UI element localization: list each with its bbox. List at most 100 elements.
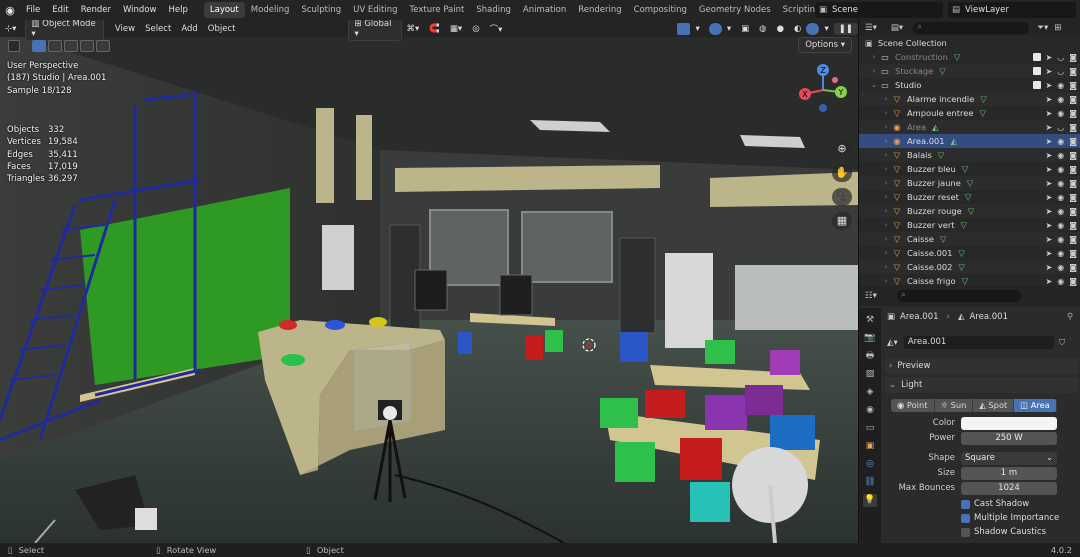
exclude-checkbox[interactable] — [1032, 80, 1041, 89]
expand-arrow-icon[interactable]: › — [881, 151, 891, 159]
pan-hand-icon[interactable]: ✋ — [832, 164, 852, 182]
outliner-row[interactable]: › ◉ Area.001 ◭ ➤ ◉ ◙ — [859, 134, 1080, 148]
eye-closed-icon[interactable]: ◡ — [1057, 123, 1064, 132]
scene-collection-row[interactable]: ▣ Scene Collection — [859, 36, 1080, 50]
outliner-editor-icon[interactable]: ☰▾ — [865, 23, 877, 33]
menu-object[interactable]: Object — [203, 23, 241, 35]
light-type-spot[interactable]: ◭ Spot — [973, 399, 1015, 412]
menu-window[interactable]: Window — [117, 5, 163, 15]
selectable-arrow-icon[interactable]: ➤ — [1046, 193, 1053, 202]
world-tab-icon[interactable]: ◉ — [863, 404, 877, 417]
cast-shadow-checkbox[interactable]: Cast Shadow — [961, 499, 1029, 509]
shading-material-icon[interactable]: ◐ — [789, 23, 806, 35]
shading-solid-icon[interactable]: ● — [772, 23, 789, 35]
tab-animation[interactable]: Animation — [517, 2, 572, 18]
expand-arrow-icon[interactable]: › — [881, 137, 891, 145]
expand-arrow-icon[interactable]: › — [881, 263, 891, 271]
mesh-data-icon[interactable]: ▽ — [958, 248, 964, 258]
ortho-grid-icon[interactable]: ▦ — [832, 212, 852, 230]
proportional-edit-icon[interactable]: ◎ — [467, 23, 484, 35]
expand-arrow-icon[interactable]: › — [869, 67, 879, 75]
mesh-data-icon[interactable]: ▽ — [967, 178, 973, 188]
outliner-row[interactable]: › ▽ Ampoule entree ▽ ➤ ◉ ◙ — [859, 106, 1080, 120]
eye-icon[interactable]: ◉ — [1057, 263, 1064, 272]
light-type-sun[interactable]: ☼ Sun — [934, 399, 974, 412]
outliner-row[interactable]: ⌄ ▭ Studio ➤ ◉ ◙ — [859, 78, 1080, 92]
selectable-arrow-icon[interactable]: ➤ — [1046, 137, 1053, 146]
eye-icon[interactable]: ◉ — [1057, 179, 1064, 188]
select-tool-icon[interactable] — [8, 39, 20, 52]
color-swatch[interactable] — [961, 417, 1057, 430]
outliner-row[interactable]: › ▽ Buzzer rouge ▽ ➤ ◉ ◙ — [859, 204, 1080, 218]
select-new-icon[interactable] — [32, 39, 46, 52]
light-type-area[interactable]: ◫ Area — [1014, 399, 1057, 412]
outliner-row[interactable]: › ▽ Buzzer jaune ▽ ➤ ◉ ◙ — [859, 176, 1080, 190]
mesh-data-icon[interactable]: ▽ — [961, 220, 967, 230]
render-camera-icon[interactable]: ◙ — [1069, 81, 1077, 90]
selectable-arrow-icon[interactable]: ➤ — [1046, 179, 1053, 188]
expand-arrow-icon[interactable]: › — [881, 193, 891, 201]
mesh-data-icon[interactable]: ▽ — [940, 234, 946, 244]
3d-viewport[interactable]: ⊹▾ ▥ Object Mode ▾ View Select Add Objec… — [0, 20, 858, 543]
tab-modeling[interactable]: Modeling — [245, 2, 296, 18]
tab-sculpting[interactable]: Sculpting — [295, 2, 347, 18]
selectable-arrow-icon[interactable]: ➤ — [1046, 123, 1053, 132]
menu-view[interactable]: View — [110, 23, 140, 35]
selectable-arrow-icon[interactable]: ➤ — [1046, 151, 1053, 160]
render-camera-icon[interactable]: ◙ — [1069, 137, 1077, 146]
render-camera-icon[interactable]: ◙ — [1069, 67, 1077, 76]
expand-arrow-icon[interactable]: › — [881, 249, 891, 257]
selectable-arrow-icon[interactable]: ➤ — [1046, 109, 1053, 118]
expand-arrow-icon[interactable]: › — [881, 109, 891, 117]
expand-arrow-icon[interactable]: › — [881, 179, 891, 187]
gizmo-dropdown-icon[interactable]: ▾ — [690, 23, 704, 35]
scene-selector[interactable]: ▣ Scene — [815, 2, 943, 18]
collection-tab-icon[interactable]: ▭ — [863, 422, 877, 435]
pivot-icon[interactable]: ⌘▾ — [402, 23, 425, 35]
render-camera-icon[interactable]: ◙ — [1069, 123, 1077, 132]
xray-icon[interactable]: ▣ — [736, 23, 754, 35]
preview-panel-header[interactable]: › Preview — [885, 358, 1079, 374]
eye-icon[interactable]: ◉ — [1057, 221, 1064, 230]
outliner-row[interactable]: › ▽ Caisse.001 ▽ ➤ ◉ ◙ — [859, 246, 1080, 260]
datablock-name-field[interactable]: Area.001 — [903, 336, 1054, 349]
shading-dropdown-icon[interactable]: ▾ — [819, 23, 833, 35]
eye-icon[interactable]: ◉ — [1057, 165, 1064, 174]
expand-arrow-icon[interactable]: › — [881, 277, 891, 285]
editor-type-icon[interactable]: ⊹▾ — [0, 23, 21, 35]
mesh-data-icon[interactable]: ▽ — [980, 94, 986, 104]
view-layer-selector[interactable]: ▤ ViewLayer — [948, 2, 1076, 18]
view-layer-tab-icon[interactable]: ▨ — [863, 368, 877, 381]
light-panel-header[interactable]: ⌄ Light — [885, 377, 1079, 393]
render-tab-icon[interactable]: 📷 — [863, 332, 877, 345]
outliner-row[interactable]: › ▽ Balais ▽ ➤ ◉ ◙ — [859, 148, 1080, 162]
render-camera-icon[interactable]: ◙ — [1069, 109, 1077, 118]
eye-icon[interactable]: ◉ — [1057, 95, 1064, 104]
datablock-type-icon[interactable]: ◭▾ — [887, 338, 898, 348]
navigation-gizmo[interactable]: Z X Y — [795, 62, 855, 126]
mesh-data-icon[interactable]: ▽ — [962, 276, 968, 286]
mesh-data-icon[interactable]: ▽ — [954, 52, 960, 62]
selectable-arrow-icon[interactable]: ➤ — [1046, 81, 1053, 90]
mesh-data-icon[interactable]: ▽ — [962, 164, 968, 174]
size-field[interactable]: 1 m — [961, 467, 1057, 480]
eye-icon[interactable]: ◉ — [1057, 137, 1064, 146]
menu-add[interactable]: Add — [176, 23, 202, 35]
render-camera-icon[interactable]: ◙ — [1069, 165, 1077, 174]
object-tab-icon[interactable]: ▣ — [863, 440, 877, 453]
selectable-arrow-icon[interactable]: ➤ — [1046, 221, 1053, 230]
multiple-importance-checkbox[interactable]: Multiple Importance — [961, 513, 1059, 523]
properties-editor-icon[interactable]: ☷▾ — [865, 291, 877, 301]
expand-arrow-icon[interactable]: › — [881, 123, 891, 131]
max-bounces-field[interactable]: 1024 — [961, 482, 1057, 495]
expand-arrow-icon[interactable]: › — [881, 95, 891, 103]
tab-rendering[interactable]: Rendering — [572, 2, 627, 18]
tool-tab-icon[interactable]: ⚒ — [863, 314, 877, 327]
constraints-tab-icon[interactable]: ⛓ — [863, 476, 877, 489]
power-field[interactable]: 250 W — [961, 432, 1057, 445]
light-data-tab-icon[interactable]: 💡 — [863, 494, 877, 507]
eye-icon[interactable]: ◉ — [1057, 151, 1064, 160]
selectable-arrow-icon[interactable]: ➤ — [1046, 235, 1053, 244]
transform-orientation[interactable]: ⊞ Global ▾ — [348, 20, 402, 41]
exclude-checkbox[interactable] — [1032, 52, 1041, 61]
